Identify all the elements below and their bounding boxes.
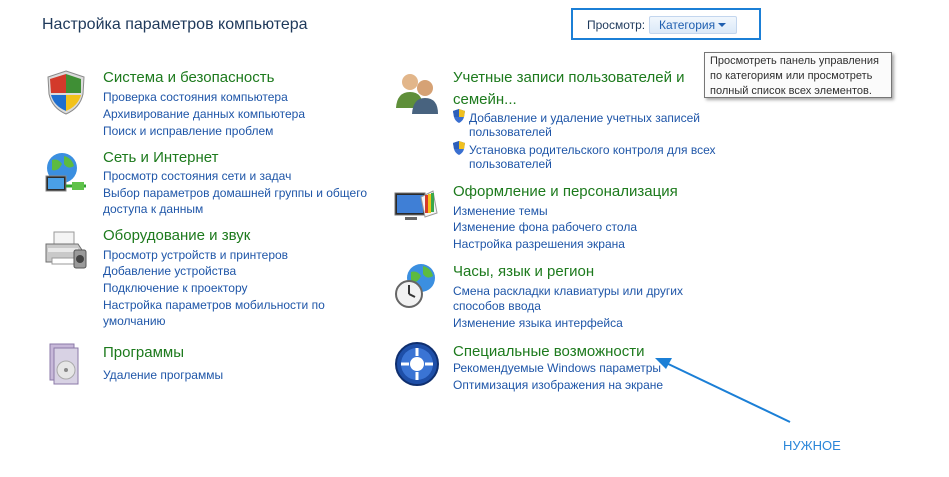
annotation-arrow [655, 358, 791, 423]
annotation-label: НУЖНОЕ [783, 438, 841, 453]
